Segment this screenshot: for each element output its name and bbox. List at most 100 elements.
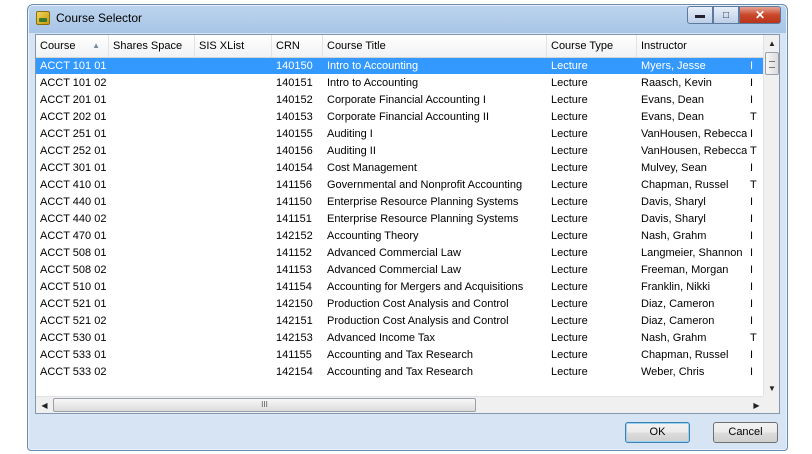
cell-instructor: Chapman, Russel xyxy=(641,349,729,361)
cell-course: ACCT 530 01 xyxy=(40,332,107,344)
course-selector-window: Course Selector ▬ □ ✕ Course ▲ Shares Spac… xyxy=(27,4,788,451)
cell-title: Governmental and Nonprofit Accounting xyxy=(327,179,523,191)
cell-title: Accounting for Mergers and Acquisitions xyxy=(327,281,524,293)
cancel-button[interactable]: Cancel xyxy=(713,422,778,443)
table-row[interactable]: ACCT 508 01 141152 Advanced Commercial Law… xyxy=(36,245,765,261)
scroll-up-icon[interactable]: ▲ xyxy=(764,35,779,52)
cell-crn: 141156 xyxy=(276,179,312,191)
column-header-label: CRN xyxy=(276,40,300,52)
cell-type: Lecture xyxy=(551,213,588,225)
column-header-shares-space[interactable]: Shares Space xyxy=(109,35,195,57)
cell-title: Production Cost Analysis and Control xyxy=(327,315,509,327)
cell-course: ACCT 251 01 xyxy=(40,128,107,140)
table-row[interactable]: ACCT 533 01 141155 Accounting and Tax Rese… xyxy=(36,347,765,363)
scroll-down-icon[interactable]: ▼ xyxy=(764,380,779,397)
cell-type: Lecture xyxy=(551,128,588,140)
table-row[interactable]: ACCT 301 01 140154 Cost Management Lecture M… xyxy=(36,160,765,176)
cell-course: ACCT 533 01 xyxy=(40,349,107,361)
cell-title: Accounting Theory xyxy=(327,230,419,242)
cell-instructor: Nash, Grahm xyxy=(641,230,707,242)
column-header-type[interactable]: Course Type xyxy=(547,35,637,57)
cell-instructor: Davis, Sharyl xyxy=(641,196,706,208)
column-header-label: Course Title xyxy=(327,40,386,52)
table-row[interactable]: ACCT 410 01 141156 Governmental and Nonpro… xyxy=(36,177,765,193)
cell-course: ACCT 440 01 xyxy=(40,196,107,208)
cell-instructor: Mulvey, Sean xyxy=(641,162,707,174)
window-title: Course Selector xyxy=(56,11,143,25)
table-row[interactable]: ACCT 201 01 140152 Corporate Financial Acc… xyxy=(36,92,765,108)
vertical-scrollbar[interactable]: ▲ ▼ xyxy=(763,35,779,397)
column-header-title[interactable]: Course Title xyxy=(323,35,547,57)
cell-crn: 142150 xyxy=(276,298,313,310)
vertical-scroll-thumb[interactable] xyxy=(765,52,779,75)
grid-header: Course ▲ Shares Space SIS XList CRN Course Ti… xyxy=(36,35,765,58)
column-header-course[interactable]: Course ▲ xyxy=(36,35,109,57)
cell-type: Lecture xyxy=(551,281,588,293)
scrollbar-corner xyxy=(763,396,779,413)
column-header-sis-xlist[interactable]: SIS XList xyxy=(195,35,272,57)
cell-instructor: Langmeier, Shannon xyxy=(641,247,743,259)
cell-course: ACCT 510 01 xyxy=(40,281,107,293)
close-button[interactable]: ✕ xyxy=(739,6,781,24)
table-row[interactable]: ACCT 510 01 141154 Accounting for Mergers … xyxy=(36,279,765,295)
column-header-label: Shares Space xyxy=(113,40,183,52)
cell-title: Corporate Financial Accounting I xyxy=(327,94,486,106)
cell-instructor: Davis, Sharyl xyxy=(641,213,706,225)
column-header-crn[interactable]: CRN xyxy=(272,35,323,57)
cell-type: Lecture xyxy=(551,162,588,174)
horizontal-scrollbar[interactable]: ◀ III ▶ xyxy=(36,396,765,413)
cell-instructor: Freeman, Morgan xyxy=(641,264,729,276)
cell-title: Production Cost Analysis and Control xyxy=(327,298,509,310)
table-row[interactable]: ACCT 533 02 142154 Accounting and Tax Rese… xyxy=(36,364,765,380)
table-row[interactable]: ACCT 508 02 141153 Advanced Commercial Law… xyxy=(36,262,765,278)
sort-ascending-icon: ▲ xyxy=(92,41,100,50)
table-row[interactable]: ACCT 252 01 140156 Auditing II Lecture VanHo… xyxy=(36,143,765,159)
horizontal-scroll-thumb[interactable]: III xyxy=(53,398,476,412)
cell-instructor: VanHousen, Rebecca xyxy=(641,145,747,157)
cell-instructor: VanHousen, Rebecca xyxy=(641,128,747,140)
cell-crn: 140151 xyxy=(276,77,313,89)
cell-course: ACCT 508 01 xyxy=(40,247,107,259)
table-row[interactable]: ACCT 440 01 141150 Enterprise Resource Pla… xyxy=(36,194,765,210)
title-bar[interactable]: Course Selector ▬ □ ✕ xyxy=(28,5,787,31)
maximize-button[interactable]: □ xyxy=(713,6,739,24)
table-row[interactable]: ACCT 440 02 141151 Enterprise Resource Pla… xyxy=(36,211,765,227)
cell-crn: 140150 xyxy=(276,60,313,72)
cell-crn: 140154 xyxy=(276,162,313,174)
cell-title: Auditing II xyxy=(327,145,376,157)
cell-course: ACCT 521 01 xyxy=(40,298,107,310)
app-icon xyxy=(36,11,50,25)
cell-course: ACCT 252 01 xyxy=(40,145,107,157)
table-row[interactable]: ACCT 202 01 140153 Corporate Financial Acc… xyxy=(36,109,765,125)
table-row[interactable]: ACCT 470 01 142152 Accounting Theory Lectur… xyxy=(36,228,765,244)
cell-instructor: Chapman, Russel xyxy=(641,179,729,191)
course-grid[interactable]: Course ▲ Shares Space SIS XList CRN Course Ti… xyxy=(35,34,780,414)
table-row[interactable]: ACCT 101 01 140150 Intro to Accounting Lect… xyxy=(36,58,765,74)
table-row[interactable]: ACCT 251 01 140155 Auditing I Lecture VanHou… xyxy=(36,126,765,142)
cell-crn: 141152 xyxy=(276,247,312,259)
cell-type: Lecture xyxy=(551,145,588,157)
table-row[interactable]: ACCT 521 01 142150 Production Cost Analysi… xyxy=(36,296,765,312)
cell-title: Corporate Financial Accounting II xyxy=(327,111,490,123)
cell-title: Enterprise Resource Planning Systems xyxy=(327,213,519,225)
cell-type: Lecture xyxy=(551,247,588,259)
table-row[interactable]: ACCT 530 01 142153 Advanced Income Tax Lect… xyxy=(36,330,765,346)
cell-type: Lecture xyxy=(551,196,588,208)
scroll-left-icon[interactable]: ◀ xyxy=(36,397,53,413)
cell-title: Enterprise Resource Planning Systems xyxy=(327,196,519,208)
cell-instructor: Myers, Jesse xyxy=(641,60,706,72)
ok-button[interactable]: OK xyxy=(625,422,690,443)
minimize-button[interactable]: ▬ xyxy=(687,6,713,24)
cell-course: ACCT 470 01 xyxy=(40,230,107,242)
cell-crn: 140152 xyxy=(276,94,313,106)
column-header-instructor[interactable]: Instructor xyxy=(637,35,765,57)
cell-instructor: Evans, Dean xyxy=(641,94,704,106)
cell-instructor: Diaz, Cameron xyxy=(641,315,715,327)
cell-instructor: Weber, Chris xyxy=(641,366,705,378)
table-row[interactable]: ACCT 521 02 142151 Production Cost Analysi… xyxy=(36,313,765,329)
column-header-label: Course Type xyxy=(551,40,614,52)
cell-crn: 142152 xyxy=(276,230,313,242)
cell-crn: 141151 xyxy=(276,213,312,225)
table-row[interactable]: ACCT 101 02 140151 Intro to Accounting Lect… xyxy=(36,75,765,91)
cell-course: ACCT 101 01 xyxy=(40,60,107,72)
